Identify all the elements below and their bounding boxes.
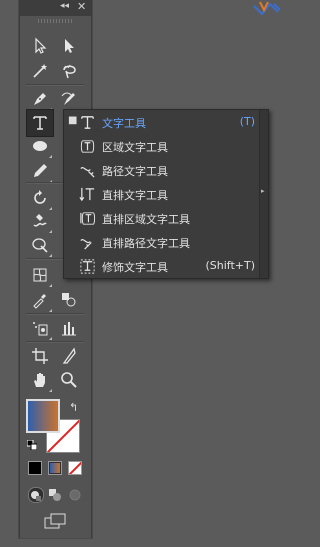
- menu-item-path-type-tool[interactable]: 路径文字工具: [64, 158, 259, 182]
- menu-item-vertical-type-tool[interactable]: 直排文字工具: [64, 182, 259, 206]
- touch-type-icon: [79, 258, 95, 274]
- artboard-tool[interactable]: [27, 343, 53, 369]
- menu-item-label: 直排区域文字工具: [102, 213, 190, 226]
- warp-icon: [33, 214, 47, 227]
- path-type-icon: [79, 166, 95, 178]
- free-transform-tool[interactable]: [27, 232, 53, 258]
- draw-normal-button[interactable]: [28, 487, 44, 503]
- color-mode-button[interactable]: [28, 461, 42, 475]
- lasso-icon: [63, 64, 76, 79]
- menu-item-area-type-tool[interactable]: 区域文字工具: [64, 134, 259, 158]
- menu-item-label: 区域文字工具: [102, 141, 168, 154]
- draw-inside-button[interactable]: [68, 487, 82, 501]
- menu-item-label: 修饰文字工具: [102, 261, 168, 274]
- flyout-tearoff-strip[interactable]: ▸: [259, 110, 268, 278]
- default-fill-stroke-icon[interactable]: [27, 440, 37, 450]
- column-graph-icon: [62, 322, 76, 336]
- menu-item-shortcut: (Shift+T): [205, 259, 255, 272]
- menu-item-label: 直排路径文字工具: [102, 237, 190, 250]
- pencil-tool[interactable]: [27, 158, 53, 184]
- symbol-sprayer-icon: [33, 322, 48, 336]
- menu-item-label: 文字工具: [102, 117, 146, 130]
- magic-wand-tool[interactable]: [27, 58, 53, 84]
- curvature-icon: [61, 92, 75, 105]
- fill-swatch[interactable]: [26, 399, 60, 433]
- gradient-mode-button[interactable]: [48, 461, 62, 475]
- magic-wand-icon: [33, 64, 47, 78]
- column-graph-tool[interactable]: [56, 315, 82, 341]
- artboard-icon: [32, 348, 48, 364]
- menu-item-touch-type-tool[interactable]: 修饰文字工具 (Shift+T): [64, 254, 259, 278]
- area-type-icon: [80, 139, 94, 153]
- menu-item-vertical-path-type-tool[interactable]: 直排路径文字工具: [64, 230, 259, 254]
- warp-tool[interactable]: [27, 208, 53, 234]
- menu-item-shortcut: (T): [239, 115, 255, 128]
- menu-item-label: 路径文字工具: [102, 165, 168, 178]
- type-T-icon: [80, 115, 94, 129]
- eyedropper-tool[interactable]: [27, 287, 53, 313]
- zoom-tool[interactable]: [56, 367, 82, 393]
- zoom-icon: [61, 372, 77, 388]
- panel-header[interactable]: ◂◂ ✕: [20, 0, 91, 16]
- canvas-artwork-fragment: [253, 1, 281, 16]
- type-T-icon: [33, 116, 47, 130]
- free-transform-icon: [32, 238, 48, 253]
- ellipse-icon: [33, 141, 47, 151]
- symbol-sprayer-tool[interactable]: [27, 315, 53, 341]
- direct-selection-icon: [65, 39, 74, 53]
- none-mode-button[interactable]: [68, 461, 82, 475]
- vertical-area-type-icon: [79, 211, 95, 225]
- pencil-icon: [34, 164, 47, 177]
- menu-item-type-tool[interactable]: ■ 文字工具 (T): [64, 110, 259, 134]
- panel-grip[interactable]: [38, 19, 74, 23]
- blend-icon: [62, 293, 76, 307]
- draw-normal-icon: [31, 491, 41, 501]
- selection-arrow-icon: [35, 37, 47, 54]
- lasso-tool[interactable]: [56, 58, 82, 84]
- symbol-sprayer-tool-partial[interactable]: [56, 287, 82, 313]
- eyedropper-icon: [33, 294, 46, 309]
- slice-tool[interactable]: [56, 343, 82, 369]
- tearoff-arrow-icon[interactable]: ▸: [261, 187, 265, 195]
- pen-icon: [34, 93, 46, 105]
- rotate-icon: [34, 190, 46, 204]
- type-tools-flyout: ▸ ■ 文字工具 (T) 区域文字工具 路径文字工具 直排文字工具 直排区域文字…: [63, 109, 269, 279]
- menu-item-vertical-area-type-tool[interactable]: 直排区域文字工具: [64, 206, 259, 230]
- slice-knife-icon: [62, 347, 76, 364]
- hand-tool[interactable]: [27, 367, 53, 393]
- selection-tool[interactable]: [27, 33, 53, 59]
- mesh-tool[interactable]: [27, 262, 53, 288]
- vertical-type-icon: [78, 187, 94, 201]
- swap-fill-stroke-icon[interactable]: ↰: [69, 401, 78, 414]
- draw-inside-icon: [69, 489, 81, 501]
- mesh-icon: [33, 268, 47, 282]
- draw-behind-icon: [49, 489, 61, 501]
- collapse-panel-icon[interactable]: ◂◂: [60, 1, 69, 11]
- menu-item-label: 直排文字工具: [102, 189, 168, 202]
- vertical-path-type-icon: [79, 238, 92, 250]
- draw-behind-button[interactable]: [48, 487, 62, 501]
- ellipse-tool[interactable]: [27, 133, 53, 159]
- hand-icon: [34, 373, 45, 387]
- screen-mode-button[interactable]: [44, 513, 68, 529]
- direct-selection-tool[interactable]: [56, 33, 82, 59]
- close-panel-icon[interactable]: ✕: [77, 0, 86, 13]
